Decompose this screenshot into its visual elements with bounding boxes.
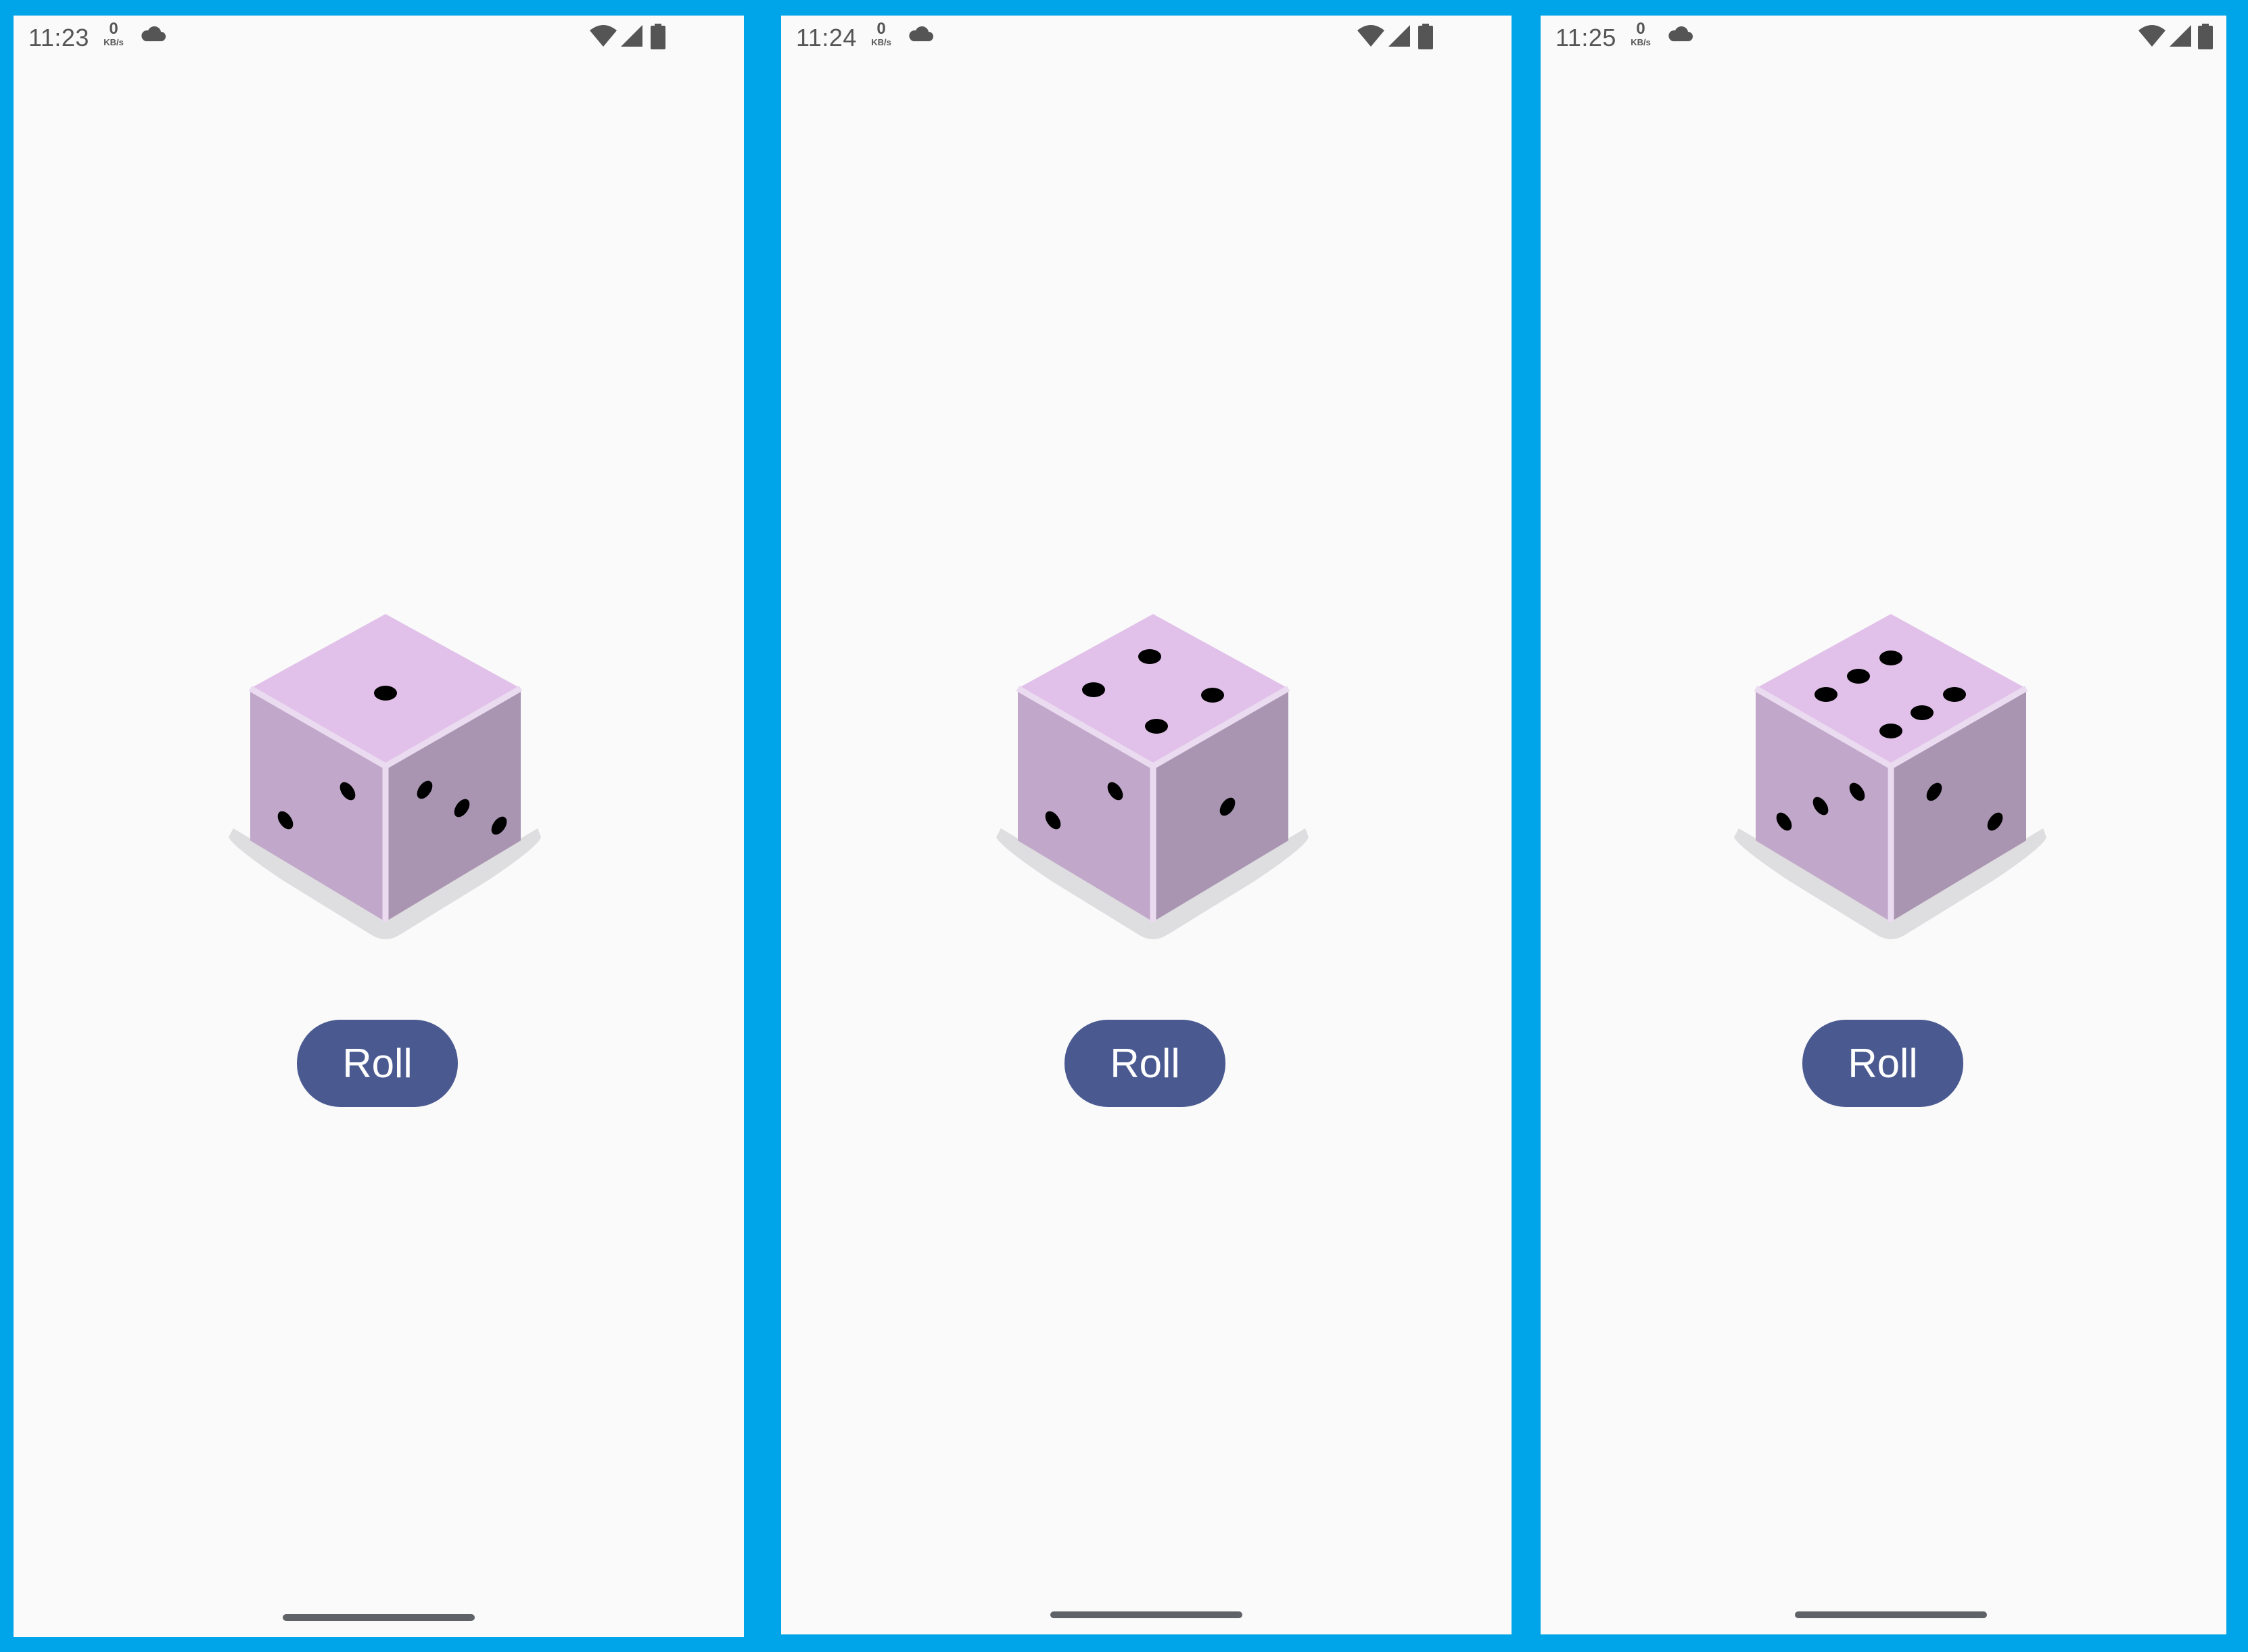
home-indicator[interactable] <box>283 1614 475 1621</box>
network-speed-indicator: 0 KB/s <box>99 21 128 47</box>
network-speed-value: 0 <box>1636 20 1645 38</box>
cloud-icon <box>909 26 933 41</box>
wifi-icon <box>590 25 617 47</box>
status-time: 11:25 <box>1555 24 1616 51</box>
cellular-signal-icon <box>621 25 642 47</box>
network-speed-value: 0 <box>876 20 886 38</box>
status-time: 11:24 <box>796 24 857 51</box>
wifi-icon <box>1357 25 1384 47</box>
phone-screen-1: 11:23 0 KB/s Roll <box>14 16 744 1637</box>
pip <box>374 686 397 701</box>
pip <box>1911 705 1934 720</box>
cloud-icon <box>141 26 166 41</box>
dice-image <box>229 614 541 939</box>
pip <box>1814 687 1837 702</box>
battery-icon <box>1418 24 1433 49</box>
pip <box>1138 649 1161 664</box>
pip <box>1879 651 1902 665</box>
roll-button[interactable]: Roll <box>297 1020 458 1107</box>
status-bar: 11:25 0 KB/s <box>1541 16 2226 60</box>
pip <box>1145 719 1168 734</box>
home-indicator[interactable] <box>1050 1611 1242 1618</box>
pip <box>1879 724 1902 738</box>
pip <box>1082 682 1105 697</box>
network-speed-unit: KB/s <box>871 37 891 47</box>
pip <box>1943 687 1966 702</box>
phone-screen-3: 11:25 0 KB/s Roll <box>1541 16 2226 1634</box>
network-speed-unit: KB/s <box>1631 37 1651 47</box>
pip <box>1201 688 1224 703</box>
pip <box>1847 669 1870 684</box>
battery-icon <box>651 24 665 49</box>
cloud-icon <box>1668 26 1693 41</box>
home-indicator[interactable] <box>1795 1611 1987 1618</box>
phone-screen-2: 11:24 0 KB/s Roll <box>781 16 1512 1634</box>
network-speed-indicator: 0 KB/s <box>866 21 896 47</box>
status-time: 11:23 <box>28 24 89 51</box>
dice-image <box>1734 614 2046 939</box>
roll-button[interactable]: Roll <box>1064 1020 1225 1107</box>
cellular-signal-icon <box>1388 25 1410 47</box>
status-bar: 11:24 0 KB/s <box>781 16 1512 60</box>
network-speed-value: 0 <box>109 20 118 38</box>
battery-icon <box>2198 24 2213 49</box>
wifi-icon <box>2138 25 2165 47</box>
roll-button[interactable]: Roll <box>1802 1020 1963 1107</box>
die-top-pips <box>374 686 397 701</box>
network-speed-unit: KB/s <box>103 37 124 47</box>
network-speed-indicator: 0 KB/s <box>1626 21 1656 47</box>
dice-image <box>996 614 1309 939</box>
status-bar: 11:23 0 KB/s <box>14 16 744 60</box>
cellular-signal-icon <box>2170 25 2191 47</box>
